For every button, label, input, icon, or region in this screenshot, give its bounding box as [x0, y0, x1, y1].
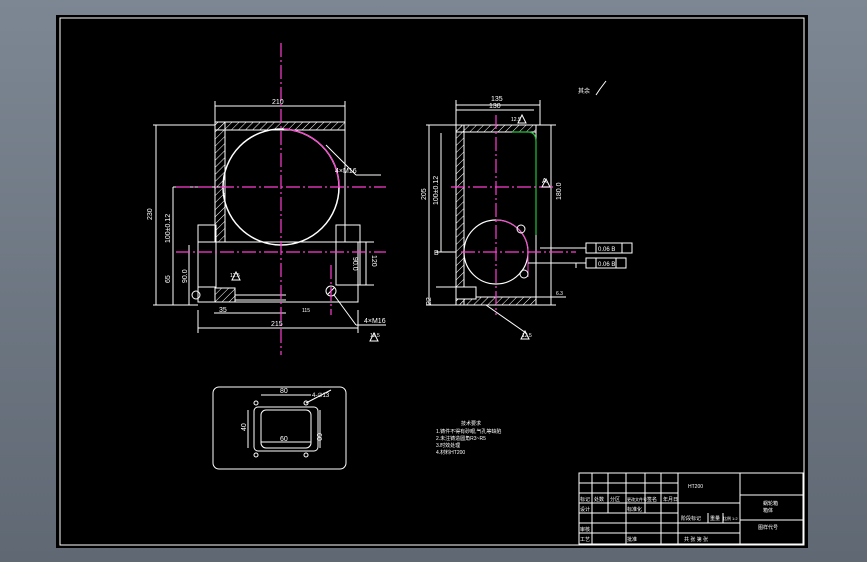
bottom-dim-left: 40	[241, 423, 248, 431]
notes-line-3: 3.时效处理	[436, 442, 460, 449]
drawing-sheet: 210 215 230 100±0.12 65 90.0 120 90.0 35…	[56, 15, 808, 548]
side-label-b: B	[434, 250, 439, 257]
front-dim-right-b: 90.0	[351, 257, 358, 271]
notes-line-1: 1.铸件不得有砂眼,气孔等缺陷	[436, 428, 502, 435]
title-part-name-b: 箱体	[763, 507, 773, 514]
front-dim-bottom: 215	[271, 321, 283, 328]
notes-line-2: 2.未注铸造圆角R3~R5	[436, 435, 486, 442]
side-dim-right: 180.0	[556, 182, 563, 200]
front-hole-note-top: 4×M16	[335, 168, 357, 175]
title-part-name-a: 蜗轮箱	[763, 500, 778, 507]
bottom-hole-note: 4-∅13	[312, 392, 330, 399]
front-dim-left-b: 90.0	[182, 269, 189, 283]
roughness-note: 其余	[578, 87, 590, 95]
title-row-label-0: 标记	[580, 496, 590, 503]
title-drawing-no: 图样代号	[758, 524, 778, 531]
bottom-view	[212, 386, 347, 470]
bottom-dim-bottom: 60	[280, 436, 288, 443]
notes-title: 技术要求	[461, 420, 481, 427]
side-hatch-left	[455, 124, 465, 306]
bottom-dim-top: 80	[280, 388, 288, 395]
title-approve: 批准	[627, 536, 637, 543]
side-centerlines	[451, 115, 576, 315]
title-material: HT200	[688, 484, 703, 490]
side-roughness-right: 6.3	[556, 291, 563, 297]
title-scale: 比例	[723, 515, 731, 521]
title-stage-mark: 阶段标记	[681, 515, 701, 522]
notes-line-4: 4.材料HT200	[436, 449, 465, 456]
front-dim-bore-center: 100±0.12	[165, 214, 172, 243]
title-review: 审核	[580, 526, 590, 533]
front-centerlines	[176, 43, 386, 355]
title-process: 工艺	[580, 537, 590, 543]
side-dim-height-b: 100±0.12	[433, 176, 440, 205]
front-dim-small-bottom: 35	[219, 307, 227, 314]
side-dim-top-outer: 135	[491, 96, 503, 103]
title-sheets: 共 张 第 张	[684, 536, 708, 543]
side-tol-1: 0.06 B	[598, 247, 615, 253]
side-tol-2: 0.06 B	[598, 262, 615, 268]
front-dim-small-bottom-b: 115	[302, 308, 310, 314]
title-row-label-3: 更改文件号	[627, 496, 647, 502]
title-row-label-4: 签名	[647, 496, 657, 503]
side-dim-height-a: 205	[421, 188, 428, 200]
title-scale-value: 1:2	[732, 516, 738, 521]
front-hole-note-bottom: 4×M16	[364, 318, 386, 325]
title-row-label-1: 处数	[594, 496, 604, 503]
roughness-symbols-front	[231, 270, 379, 342]
title-row-label-2: 分区	[610, 496, 620, 503]
side-dim-top-inner: 130	[489, 103, 501, 110]
front-view	[153, 101, 386, 333]
title-design: 设计	[580, 506, 590, 513]
front-dim-height: 230	[147, 208, 154, 220]
title-weight: 重量	[710, 515, 720, 522]
front-hatch-base	[214, 287, 236, 303]
bottom-dim-right: 60	[315, 433, 322, 441]
title-row-label-5: 年月日	[663, 496, 678, 503]
front-dim-left-a: 65	[165, 275, 172, 283]
side-dim-bottom-left: 22	[426, 297, 433, 305]
front-dim-right-a: 120	[370, 255, 377, 267]
side-view	[426, 100, 633, 334]
front-dim-top: 210	[272, 99, 284, 106]
cad-drawing-canvas: 210 215 230 100±0.12 65 90.0 120 90.0 35…	[59, 17, 805, 546]
title-standard: 标准化	[627, 506, 642, 513]
